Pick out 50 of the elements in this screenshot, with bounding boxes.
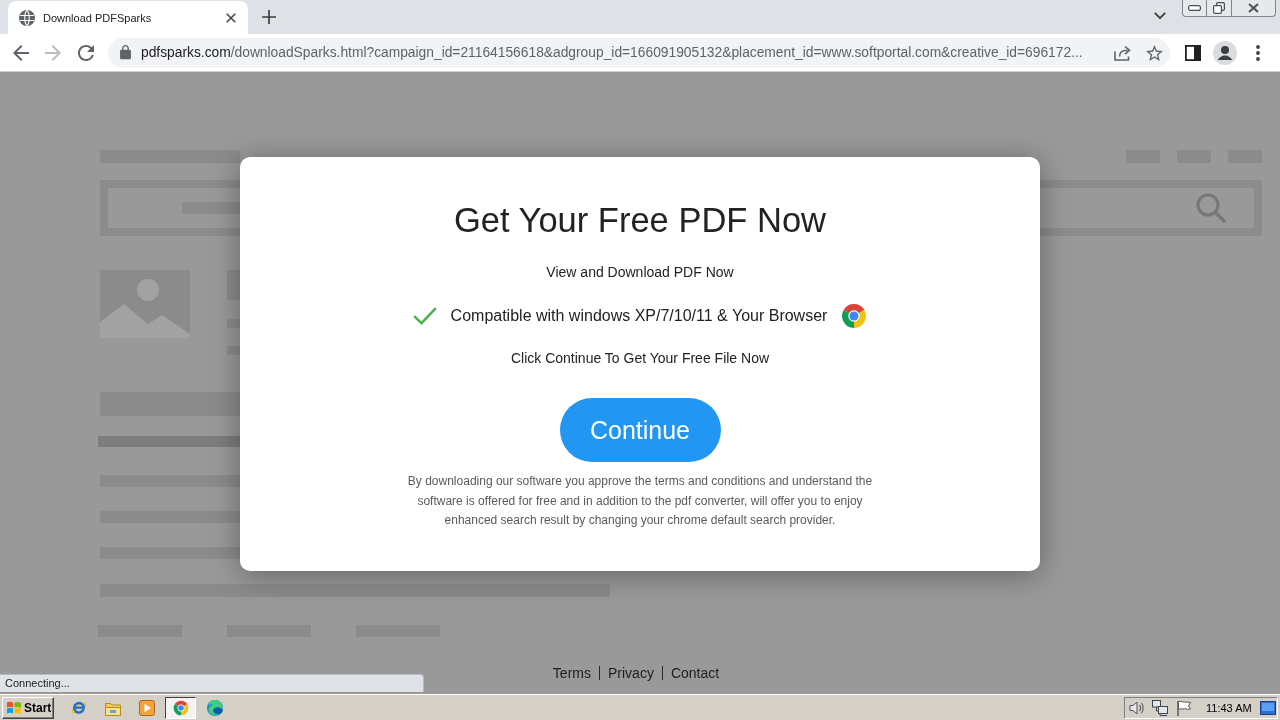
image-placeholder-icon — [100, 270, 190, 338]
start-button[interactable]: Start — [2, 696, 54, 719]
footer-link[interactable]: Contact — [670, 664, 720, 682]
media-player-icon — [138, 699, 155, 716]
minimize-icon — [1188, 5, 1201, 11]
back-icon[interactable] — [13, 44, 29, 61]
reload-icon[interactable] — [78, 44, 94, 61]
dialog-subtitle: View and Download PDF Now — [546, 263, 734, 281]
globe-icon — [19, 9, 35, 26]
disclaimer-text: By downloading our software you approve the terms and conditions and understand the software is offered for free and in addition to the pdf converter, will offer you to enjoy enhanced search result by changing your chrome default search provider. — [406, 473, 874, 529]
share-icon[interactable] — [1114, 44, 1132, 61]
edge-icon — [206, 699, 223, 716]
skeleton-bar — [227, 270, 240, 300]
flag-icon[interactable] — [1176, 699, 1192, 716]
network-icon[interactable] — [1152, 699, 1168, 716]
windows-logo-icon — [6, 699, 22, 716]
browser-tab[interactable]: Download PDFSparks — [8, 1, 248, 34]
show-desktop-icon[interactable] — [1260, 700, 1276, 715]
close-icon — [1248, 3, 1259, 13]
plus-icon[interactable] — [262, 10, 276, 24]
taskbar-button[interactable] — [165, 696, 196, 719]
star-icon[interactable] — [1146, 44, 1163, 61]
compatibility-text: Compatible with windows XP/7/10/11 & Your Browser — [450, 306, 828, 326]
dialog-title: Get Your Free PDF Now — [454, 200, 826, 240]
clock-time: 11:43 AM — [1206, 701, 1252, 714]
address-bar[interactable]: pdfsparks.com/downloadSparks.html?campaign_id=21164156618&adgroup_id=166091905132&placement_id=www.softportal.com&creative_id=696172... — [108, 37, 1170, 68]
restore-button[interactable] — [1207, 0, 1232, 17]
skeleton-bar — [182, 202, 240, 214]
lock-icon[interactable] — [120, 45, 131, 60]
side-panel-icon[interactable] — [1185, 44, 1201, 61]
skeleton-bar — [227, 319, 240, 328]
restore-icon — [1213, 2, 1225, 14]
search-icon — [1196, 193, 1226, 223]
chrome-icon — [172, 699, 189, 716]
chrome-logo-icon — [841, 303, 868, 329]
menu-icon[interactable] — [1256, 44, 1260, 61]
status-text: Connecting... — [0, 674, 424, 692]
close-button[interactable] — [1232, 0, 1276, 17]
footer-link[interactable]: Terms — [552, 664, 591, 682]
skeleton-bar — [227, 346, 240, 355]
internet-explorer-icon — [70, 699, 87, 716]
continue-button[interactable]: Continue — [559, 398, 721, 462]
instruction-text: Click Continue To Get Your Free File Now — [510, 349, 770, 367]
chevron-down-icon[interactable] — [1154, 12, 1166, 20]
speaker-icon[interactable] — [1129, 699, 1145, 716]
minimize-button[interactable] — [1182, 0, 1207, 17]
check-icon — [412, 307, 437, 325]
account-icon[interactable] — [1213, 40, 1237, 65]
close-icon[interactable] — [226, 12, 236, 23]
footer-link[interactable]: Privacy — [608, 664, 654, 682]
